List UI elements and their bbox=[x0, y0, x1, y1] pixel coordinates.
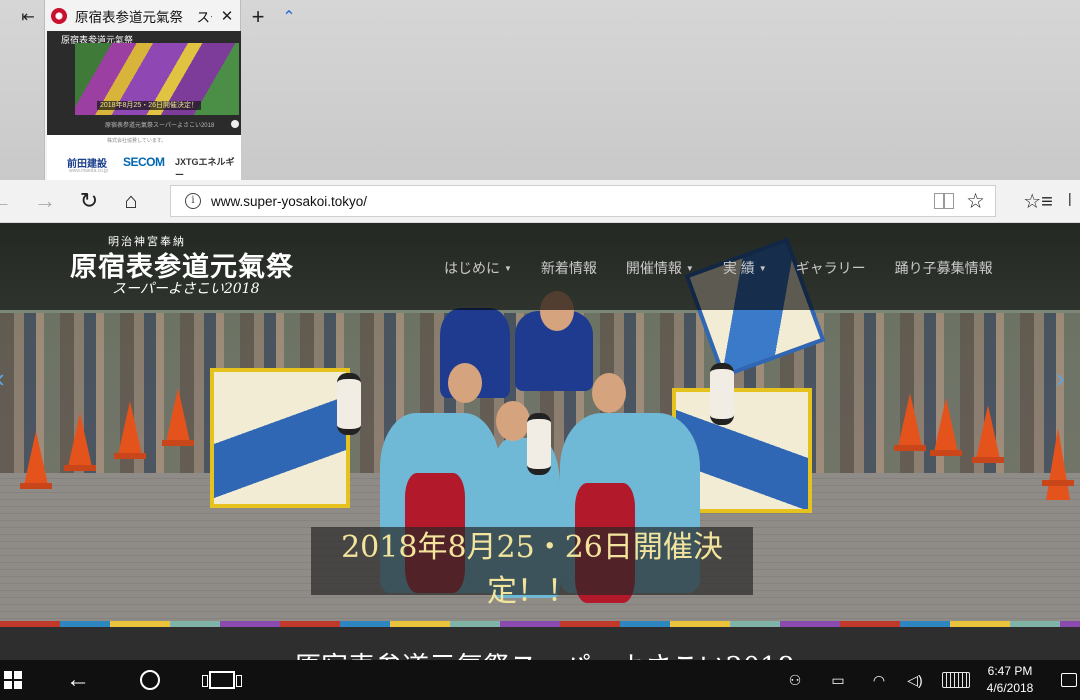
tab-strip: ▏ ⇤ 原宿表参道元氣祭 スーパーよさこい2018 ✕ 原宿表参道元氣祭 201… bbox=[0, 0, 1080, 180]
traffic-cone bbox=[20, 431, 52, 489]
dancer-face bbox=[448, 363, 482, 403]
sponsor-jxtg: JXTGエネルギー bbox=[175, 157, 235, 180]
cortana-button[interactable] bbox=[132, 660, 168, 700]
paper-lantern bbox=[337, 373, 361, 435]
taskbar-back-button[interactable]: ← bbox=[60, 660, 96, 700]
menu-item-label: 開催情報 bbox=[625, 260, 682, 276]
clock-time: 6:47 PM bbox=[987, 664, 1033, 678]
taskbar: ← ⚇ ▭ ◠ ◁) 6:47 PM 4/6/2018 bbox=[0, 660, 1080, 700]
sponsor-url: www.maeda.co.jp bbox=[69, 168, 109, 174]
tab-preview-thumbnail: 原宿表参道元氣祭 2018年8月25・26日開催決定！ 原宿表参道元氣祭スーパー… bbox=[47, 31, 241, 135]
tab-preview-seal-icon bbox=[231, 120, 239, 128]
menu-item-gallery[interactable]: ギャラリー bbox=[796, 258, 866, 278]
tab-preview-subtitle: 原宿表参道元氣祭スーパーよさこい2018 bbox=[105, 123, 215, 129]
task-view-icon bbox=[202, 671, 242, 689]
home-button[interactable]: ⌂ bbox=[116, 186, 146, 216]
hero-caption-line2: 定！！ bbox=[487, 574, 577, 609]
traffic-cone bbox=[1042, 428, 1074, 500]
traffic-cone bbox=[162, 388, 194, 446]
sponsors-note: 株式会社協賛しています。 bbox=[107, 138, 167, 144]
web-content[interactable]: ‹ › 明治神宮奉納 原宿表参道元氣祭 スーパーよさこい2018 はじめに ▼ … bbox=[0, 223, 1080, 660]
more-actions-icon[interactable]: | bbox=[1068, 190, 1080, 212]
address-bar[interactable]: i www.super-yosakoi.tokyo/ ☆ bbox=[170, 185, 996, 217]
notification-icon bbox=[1061, 673, 1077, 687]
windows-logo-icon bbox=[4, 671, 22, 689]
site-menu: はじめに ▼ 新着情報 開催情報 ▼ 実 績 ▼ ギャラリー 踊り子募集情報 bbox=[444, 258, 1022, 278]
set-aside-tabs-icon[interactable]: ⇤ bbox=[16, 6, 40, 28]
traffic-cone bbox=[894, 393, 926, 451]
favorites-hub-icon[interactable]: ☆≡ bbox=[1023, 186, 1053, 216]
menu-item-label: 踊り子募集情報 bbox=[894, 260, 993, 276]
clock-date: 4/6/2018 bbox=[986, 681, 1034, 695]
dancer-face bbox=[592, 373, 626, 413]
action-center-button[interactable] bbox=[1058, 660, 1080, 700]
carousel-prev-icon[interactable]: ‹ bbox=[0, 363, 22, 403]
address-url[interactable]: www.super-yosakoi.tokyo/ bbox=[211, 194, 934, 209]
new-tab-button[interactable]: + bbox=[247, 4, 269, 29]
caret-down-icon: ▼ bbox=[504, 263, 512, 273]
content-section: 原宿表参道元氣祭スーパーよさこい2018 bbox=[0, 627, 1080, 660]
touch-keyboard-button[interactable] bbox=[940, 660, 972, 700]
active-tab[interactable]: 原宿表参道元氣祭 スーパーよさこい2018 ✕ 原宿表参道元氣祭 2018年8月… bbox=[44, 0, 241, 180]
system-clock[interactable]: 6:47 PM 4/6/2018 bbox=[982, 663, 1038, 697]
back-button[interactable]: ← bbox=[0, 186, 16, 216]
carousel-next-icon[interactable]: › bbox=[1056, 363, 1080, 403]
caret-down-icon: ▼ bbox=[758, 263, 767, 273]
menu-item-introduction[interactable]: はじめに ▼ bbox=[444, 258, 512, 278]
keyboard-icon bbox=[942, 672, 970, 688]
traffic-cone bbox=[972, 405, 1004, 463]
site-favicon-icon bbox=[51, 7, 67, 24]
traffic-cone bbox=[64, 413, 96, 471]
dancer-face bbox=[496, 401, 530, 441]
tab-title: 原宿表参道元氣祭 スーパーよさこい2018 bbox=[75, 9, 212, 25]
start-button[interactable] bbox=[0, 660, 26, 700]
reading-view-icon[interactable] bbox=[934, 192, 955, 210]
menu-item-dancer-recruitment[interactable]: 踊り子募集情報 bbox=[895, 258, 993, 278]
hero-caption-line1: 2018年8月25・26日開催決 bbox=[341, 530, 723, 565]
task-view-button[interactable] bbox=[202, 660, 242, 700]
wave-flag bbox=[210, 368, 350, 508]
wifi-icon[interactable]: ◠ bbox=[868, 660, 890, 700]
caret-down-icon: ▼ bbox=[685, 263, 694, 273]
battery-icon[interactable]: ▭ bbox=[826, 660, 850, 700]
traffic-cone bbox=[114, 401, 146, 459]
menu-item-label: 実 績 bbox=[722, 260, 755, 276]
traffic-cone bbox=[930, 398, 962, 456]
paper-lantern bbox=[710, 363, 734, 425]
menu-item-results[interactable]: 実 績 ▼ bbox=[723, 258, 767, 278]
paper-lantern bbox=[527, 413, 551, 475]
people-icon[interactable]: ⚇ bbox=[784, 660, 806, 700]
site-header: 明治神宮奉納 原宿表参道元氣祭 スーパーよさこい2018 はじめに ▼ 新着情報… bbox=[0, 223, 1080, 310]
tab-preview-sponsors: 株式会社協賛しています。 前田建設 SECOM JXTGエネルギー www.ma… bbox=[47, 135, 241, 180]
section-title: 原宿表参道元氣祭スーパーよさこい2018 bbox=[294, 645, 794, 660]
menu-item-label: ギャラリー bbox=[795, 260, 866, 276]
site-info-icon[interactable]: i bbox=[185, 193, 201, 209]
cortana-circle-icon bbox=[140, 670, 160, 690]
menu-item-label: 新着情報 bbox=[540, 260, 597, 276]
navigation-bar: ← → ↻ ⌂ i www.super-yosakoi.tokyo/ ☆ ☆≡ … bbox=[0, 180, 1080, 223]
close-tab-icon[interactable]: ✕ bbox=[220, 7, 234, 25]
tab-preview-banner: 2018年8月25・26日開催決定！ bbox=[97, 101, 201, 110]
volume-icon[interactable]: ◁) bbox=[904, 660, 926, 700]
menu-item-label: はじめに bbox=[444, 260, 500, 276]
sponsor-secom: SECOM bbox=[123, 155, 165, 169]
site-logo-subtitle[interactable]: スーパーよさこい2018 bbox=[112, 278, 260, 298]
tab-scroll-left-icon[interactable]: ▏ bbox=[0, 6, 12, 28]
favorite-star-icon[interactable]: ☆ bbox=[966, 189, 985, 214]
menu-item-news[interactable]: 新着情報 bbox=[541, 258, 597, 278]
collapse-tab-previews-icon[interactable]: ⌃ bbox=[278, 6, 300, 28]
refresh-button[interactable]: ↻ bbox=[74, 186, 104, 216]
menu-item-event-info[interactable]: 開催情報 ▼ bbox=[626, 258, 694, 278]
forward-button[interactable]: → bbox=[30, 186, 60, 216]
